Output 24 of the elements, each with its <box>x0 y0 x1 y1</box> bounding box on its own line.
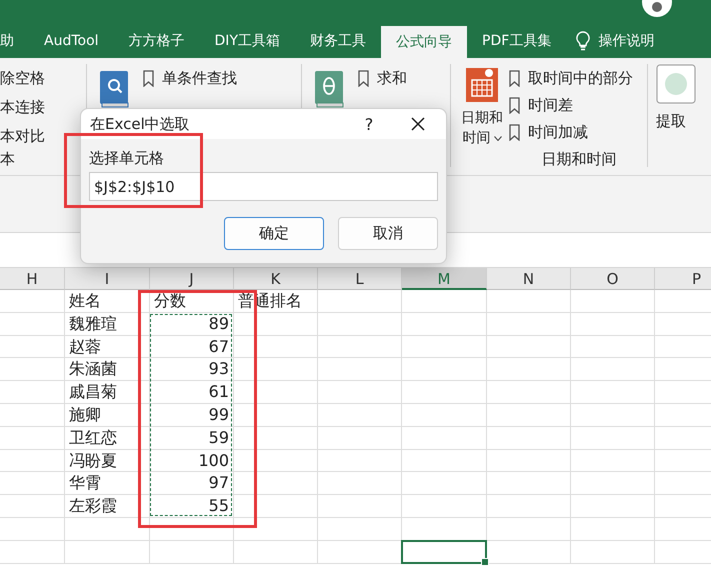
group-label: 日期和时间 <box>540 150 618 169</box>
table-cell: 赵蓉 <box>65 336 150 358</box>
field-label: 选择单元格 <box>89 149 165 168</box>
table-header: 姓名 <box>65 290 150 313</box>
table-cell: 朱涵菌 <box>65 358 150 382</box>
group-label: 本 <box>0 150 16 169</box>
table-header: 分数 <box>150 290 234 313</box>
table-cell: 89 <box>150 312 234 336</box>
table-cell: 戚昌菊 <box>65 381 150 404</box>
table-cell: 冯盼夏 <box>65 450 150 472</box>
table-cell: 67 <box>150 336 234 358</box>
table-cell: 93 <box>150 358 234 382</box>
table-cell: 卫红恋 <box>65 426 150 450</box>
table-cell: 99 <box>150 404 234 427</box>
dialog-title: 在Excel中选取 <box>90 114 191 134</box>
table-cell: 55 <box>150 495 234 518</box>
table-cell: 97 <box>150 472 234 496</box>
table-cell: 61 <box>150 381 234 404</box>
table-cell: 100 <box>150 450 234 472</box>
table-cell: 魏雅瑄 <box>65 312 150 336</box>
table-cell: 左彩霞 <box>65 495 150 518</box>
table-cell: 59 <box>150 426 234 450</box>
table-cell: 施卿 <box>65 404 150 427</box>
table-cell: 华霄 <box>65 472 150 496</box>
